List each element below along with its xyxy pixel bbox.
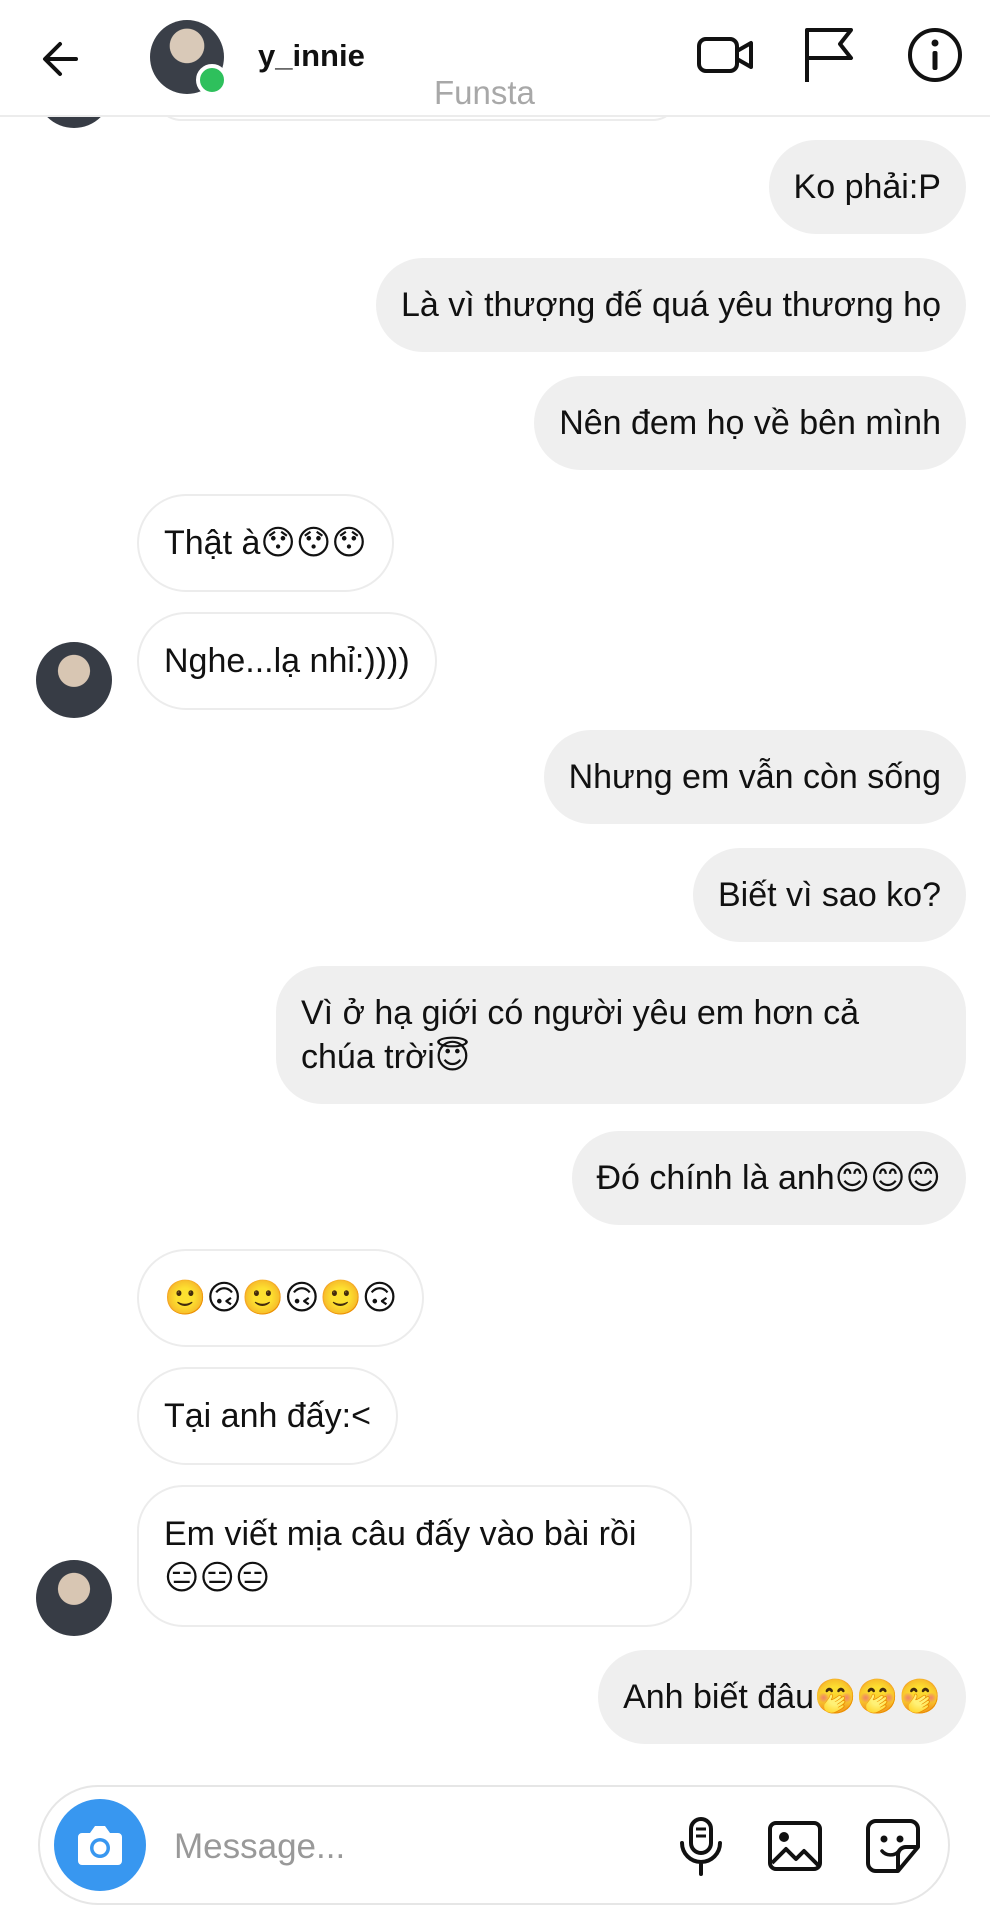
camera-button[interactable] [54,1799,146,1891]
camera-icon [78,1826,122,1865]
sender-avatar[interactable] [36,642,112,718]
sticker-icon[interactable] [862,1813,924,1879]
sender-avatar[interactable] [36,1560,112,1636]
message-bubble-incoming[interactable]: Nghe...lạ nhỉ:)))) [137,612,437,710]
flag-icon[interactable] [797,24,859,86]
message-bubble-outgoing[interactable]: Biết vì sao ko? [692,848,966,942]
message-bubble-outgoing[interactable]: Ko phải:P [768,140,966,234]
video-call-icon[interactable] [694,24,756,86]
info-icon[interactable] [904,24,966,86]
message-bubble-outgoing[interactable]: Đó chính là anh😊😊😊 [571,1131,966,1225]
back-arrow-icon[interactable] [36,34,86,84]
message-bubble-outgoing[interactable]: Là vì thượng đế quá yêu thương họ [375,258,966,352]
chat-header: y_innie Funsta [0,0,990,117]
message-input[interactable] [172,1819,576,1875]
microphone-icon[interactable] [670,1813,732,1879]
message-bubble-outgoing[interactable]: Vì ở hạ giới có người yêu em hơn cả chúa… [276,966,966,1104]
message-composer [38,1785,950,1905]
message-bubble-incoming[interactable]: Tại anh đấy:< [137,1367,398,1465]
message-bubble-incoming[interactable]: 🙂🙃🙂🙃🙂🙃 [137,1249,425,1347]
online-status-dot [196,64,228,96]
gallery-icon[interactable] [764,1813,826,1879]
message-bubble-incoming[interactable]: Em viết mịa câu đấy vào bài rồi😑😑😑 [137,1485,692,1627]
message-bubble-outgoing[interactable]: Anh biết đâu🤭🤭🤭 [598,1650,966,1744]
message-bubble-outgoing[interactable]: Nhưng em vẫn còn sống [543,730,966,824]
message-bubble-incoming[interactable]: Thật à😯😯😯 [137,494,394,592]
chat-username[interactable]: y_innie [258,38,365,74]
message-bubble-outgoing[interactable]: Nên đem họ về bên mình [534,376,966,470]
chat-subtitle: Funsta [434,74,535,111]
header-avatar[interactable] [150,20,228,96]
